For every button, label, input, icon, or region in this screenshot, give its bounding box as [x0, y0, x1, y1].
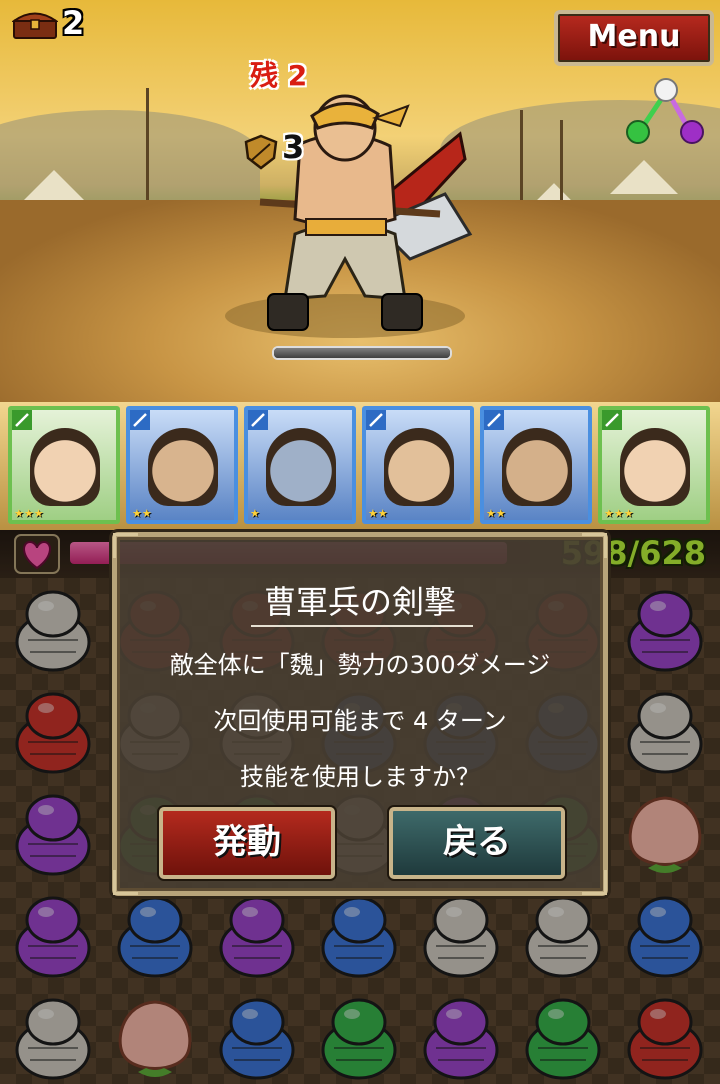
- enemy-hp-bar: [272, 346, 452, 360]
- sword-icon: [602, 410, 622, 430]
- chest-count: 2: [62, 4, 85, 42]
- general-portrait: [620, 428, 690, 506]
- general-portrait: [384, 428, 454, 506]
- attribute-cycle-icon: [626, 78, 704, 144]
- banner-pole: [520, 110, 523, 200]
- skill-title: 曹軍兵の剣撃: [263, 583, 456, 621]
- frame-corner: [582, 533, 607, 558]
- activate-button[interactable]: 発動: [159, 807, 335, 879]
- tent: [610, 160, 678, 194]
- general-portrait: [148, 428, 218, 506]
- party-member-card[interactable]: ★★: [480, 406, 592, 524]
- party-member-card[interactable]: ★: [244, 406, 356, 524]
- rarity-stars: ★★: [368, 507, 388, 520]
- skill-cooldown: 次回使用可能まで 4 ターン: [213, 707, 507, 735]
- enemy-shield-icon: [244, 134, 278, 170]
- skill-effect: 敵全体に「魏」勢力の300ダメージ: [169, 651, 551, 679]
- banner-pole: [146, 88, 149, 208]
- party-member-card[interactable]: ★★: [126, 406, 238, 524]
- general-portrait: [30, 428, 100, 506]
- frame-corner: [113, 533, 138, 558]
- game-screen: 2 Menu 残 2 3 ★★★ ★★ ★ ★★ ★★ ★★★ 598/628 …: [0, 0, 720, 1084]
- treasure-chest-icon: [12, 12, 58, 39]
- enemy-turn-counter: 3: [282, 128, 305, 166]
- sword-icon: [12, 410, 32, 430]
- spear-icon: [484, 410, 504, 430]
- rarity-stars: ★: [250, 507, 260, 520]
- skill-prompt: 技能を使用しますか？: [240, 763, 480, 791]
- menu-button[interactable]: Menu: [554, 10, 714, 66]
- party-row: ★★★ ★★ ★ ★★ ★★ ★★★: [0, 402, 720, 530]
- frame-corner: [113, 870, 138, 895]
- enemy-soldier[interactable]: [200, 84, 490, 354]
- rarity-stars: ★★: [486, 507, 506, 520]
- sword-icon: [248, 410, 268, 430]
- party-member-card[interactable]: ★★★: [598, 406, 710, 524]
- frame-corner: [582, 870, 607, 895]
- enemy-hp-fill: [274, 348, 450, 358]
- back-button[interactable]: 戻る: [389, 807, 565, 879]
- tent: [20, 170, 88, 204]
- party-member-card[interactable]: ★★: [362, 406, 474, 524]
- skill-dialog: 曹軍兵の剣撃 敵全体に「魏」勢力の300ダメージ 次回使用可能まで 4 ターン …: [112, 532, 608, 896]
- sword-icon: [130, 410, 150, 430]
- rarity-stars: ★★★: [14, 507, 44, 520]
- general-portrait: [502, 428, 572, 506]
- party-member-card[interactable]: ★★★: [8, 406, 120, 524]
- spear-icon: [366, 410, 386, 430]
- banner-pole: [560, 120, 563, 200]
- rarity-stars: ★★★: [604, 507, 634, 520]
- general-portrait: [266, 428, 336, 506]
- battle-scene: 2 Menu 残 2 3: [0, 0, 720, 402]
- rarity-stars: ★★: [132, 507, 152, 520]
- title-divider: [251, 625, 473, 627]
